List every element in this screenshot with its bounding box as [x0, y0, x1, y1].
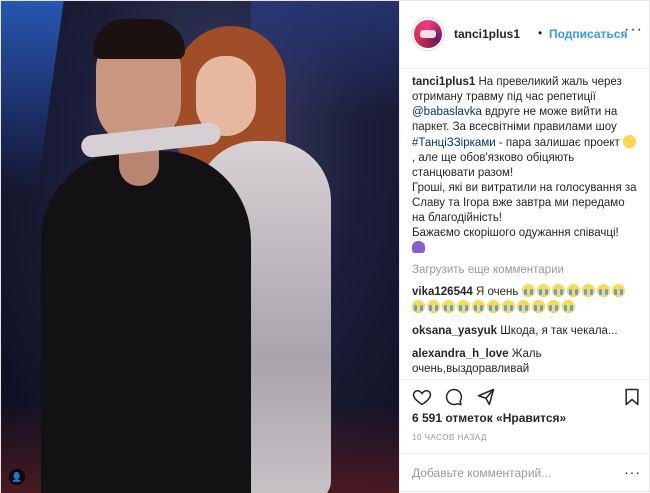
comment-text: Я очень [472, 286, 522, 298]
crying-face-icon [502, 300, 515, 313]
purple-heart-icon [412, 241, 425, 253]
bookmark-icon[interactable] [622, 387, 642, 407]
post-caption: tanci1plus1 На превеликий жаль через отр… [412, 75, 640, 257]
add-comment-bar: ··· [400, 453, 650, 493]
comment-text: Шкода, я так чекала... [497, 325, 618, 337]
comment-username[interactable]: vika126544 [412, 286, 473, 298]
crying-face-icon [551, 284, 565, 297]
comment-input[interactable] [412, 464, 612, 482]
man-figure [41, 151, 251, 493]
post-sidebar: tanci1plus1 • Подписаться ··· tanci1plus… [399, 1, 650, 493]
avatar[interactable] [412, 18, 444, 50]
crying-face-icon [487, 300, 500, 313]
crying-face-icon [596, 284, 610, 297]
crying-face-icon [547, 300, 560, 313]
crying-face-icon [532, 300, 545, 313]
crying-face-icon [412, 300, 425, 313]
crying-face-icon [581, 284, 595, 297]
crying-face-icon [517, 300, 530, 313]
crying-face-icon [472, 300, 485, 313]
comment-username[interactable]: alexandra_h_love [412, 348, 509, 360]
ellipsis-icon[interactable]: ··· [624, 21, 643, 39]
crying-face-icon [442, 300, 455, 313]
caption-text: Гроші, які ви витратили на голосування з… [412, 182, 637, 224]
load-more-comments-button[interactable]: Загрузить еще комментарии [412, 264, 640, 276]
post-photo[interactable]: 👤 [1, 1, 399, 493]
post-timestamp: 10 ЧАСОВ НАЗАД [412, 433, 487, 442]
crying-face-icon [566, 284, 580, 297]
instagram-post: 👤 tanci1plus1 • Подписаться ··· tanci1pl… [0, 0, 650, 493]
post-header: tanci1plus1 • Подписаться ··· [400, 1, 650, 69]
ellipsis-icon[interactable]: ··· [624, 464, 641, 480]
comments-section: tanci1plus1 На превеликий жаль через отр… [400, 69, 650, 379]
comment-item: oksana_yasyuk Шкода, я так чекала... [412, 324, 640, 339]
caption-text: - пара залишає проект [495, 137, 624, 149]
share-icon[interactable] [476, 387, 496, 407]
likes-count[interactable]: 6 591 отметок «Нравится» [412, 411, 566, 425]
comment-item: alexandra_h_love Жаль очень,выздоравлива… [412, 347, 640, 377]
crying-face-icon [562, 300, 575, 313]
follow-button[interactable]: Подписаться [549, 27, 627, 41]
hashtag-link[interactable]: #ТанціЗЗірками [412, 137, 496, 149]
man-figure [93, 19, 185, 59]
caption-text: , але ще обов'язково обіцяють станцювати… [412, 152, 575, 179]
crying-face-icon [457, 300, 470, 313]
heart-icon[interactable] [412, 387, 432, 407]
mention-link[interactable]: @babaslavka [412, 106, 482, 118]
tag-user-icon[interactable]: 👤 [9, 469, 25, 485]
comment-username[interactable]: oksana_yasyuk [412, 325, 497, 337]
comment-item: vika126544 Я очень [412, 284, 640, 316]
crying-face-icon [521, 284, 535, 297]
header-username[interactable]: tanci1plus1 [454, 27, 520, 41]
stage-light [1, 1, 66, 191]
crying-face-icon [427, 300, 440, 313]
caption-text: Бажаємо скорішого одужання співачці! [412, 227, 619, 239]
caption-username[interactable]: tanci1plus1 [412, 76, 475, 88]
separator-dot: • [538, 26, 543, 40]
sad-face-icon [623, 135, 637, 148]
crying-face-icon [611, 284, 625, 297]
crying-face-icon [536, 284, 550, 297]
comment-icon[interactable] [444, 387, 464, 407]
post-actions [400, 379, 650, 409]
